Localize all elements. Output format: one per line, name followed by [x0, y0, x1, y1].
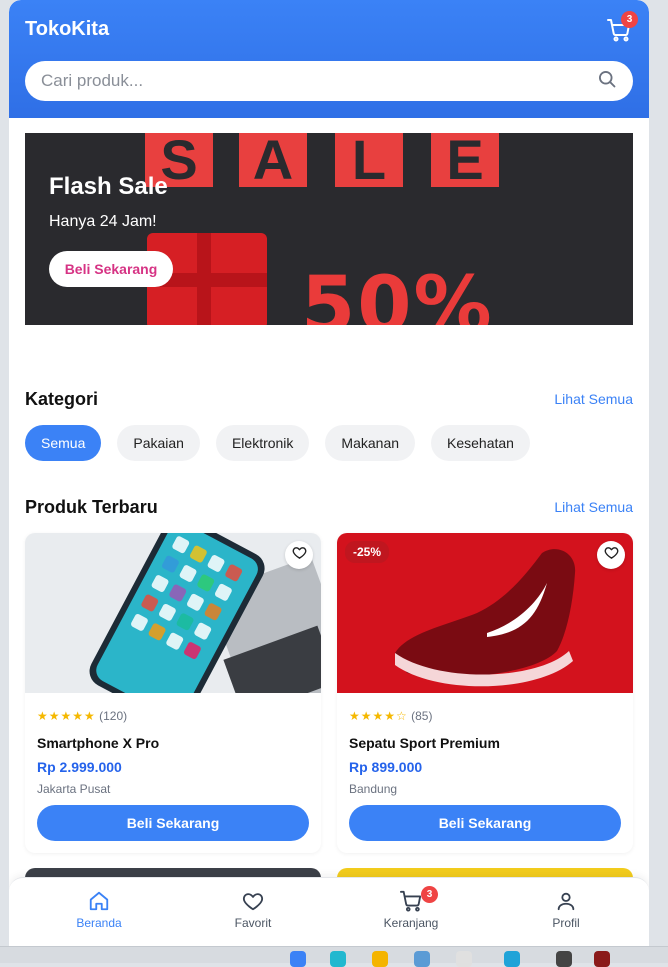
- taskbar-app-icon[interactable]: [290, 951, 306, 967]
- rating-stars: ★★★★☆: [349, 709, 408, 723]
- header-cart-button[interactable]: 3: [607, 11, 638, 46]
- nav-label: Beranda: [76, 916, 122, 930]
- cart-icon: [361, 890, 461, 912]
- app-screen: TokoKita 3 S A L E 50% Flash Sa: [9, 0, 649, 946]
- brand-title: TokoKita: [25, 18, 110, 40]
- products-see-all-link[interactable]: Lihat Semua: [554, 499, 633, 515]
- taskbar-app-icon[interactable]: [594, 951, 610, 967]
- taskbar-app-icon[interactable]: [456, 951, 472, 967]
- flash-sale-banner: S A L E 50% Flash Sale Hanya 24 Jam! Bel…: [25, 133, 633, 325]
- favorite-button[interactable]: [285, 541, 313, 569]
- nav-beranda[interactable]: Beranda: [49, 890, 149, 930]
- bottom-navigation: Beranda Favorit Keranjang 3 Profil: [9, 877, 649, 946]
- products-title: Produk Terbaru: [25, 497, 158, 517]
- banner-buy-button[interactable]: Beli Sekarang: [49, 251, 173, 287]
- nav-favorit[interactable]: Favorit: [203, 890, 303, 930]
- product-image-sneaker: -25%: [337, 533, 633, 693]
- sale-percent-text: 50%: [301, 261, 494, 325]
- heart-icon: [604, 545, 619, 565]
- buy-now-button[interactable]: Beli Sekarang: [349, 805, 621, 841]
- product-price: Rp 899.000: [349, 759, 423, 775]
- header: TokoKita 3: [9, 0, 649, 118]
- taskbar-app-icon[interactable]: [330, 951, 346, 967]
- search-bar[interactable]: [25, 61, 633, 101]
- discount-badge: -25%: [345, 541, 390, 563]
- product-image-smartphone: [25, 533, 321, 693]
- search-icon[interactable]: [597, 69, 617, 94]
- categories-see-all-link[interactable]: Lihat Semua: [554, 391, 633, 407]
- product-card[interactable]: ★★★★★ (120) Smartphone X Pro Rp 2.999.00…: [25, 533, 321, 853]
- chip-elektronik[interactable]: Elektronik: [215, 425, 310, 461]
- product-rating: ★★★★★ (120): [37, 709, 127, 723]
- heart-icon: [292, 545, 307, 565]
- nav-label: Favorit: [234, 916, 272, 930]
- nav-keranjang[interactable]: Keranjang 3: [361, 886, 461, 930]
- user-icon: [516, 890, 616, 912]
- categories-title: Kategori: [25, 389, 99, 409]
- product-price: Rp 2.999.000: [37, 759, 122, 775]
- review-count: (120): [99, 709, 128, 723]
- sale-letter: L: [335, 133, 403, 191]
- os-taskbar: [0, 946, 668, 967]
- product-name[interactable]: Smartphone X Pro: [37, 735, 159, 751]
- product-name[interactable]: Sepatu Sport Premium: [349, 735, 500, 751]
- favorite-button[interactable]: [597, 541, 625, 569]
- product-location: Bandung: [349, 782, 398, 796]
- sale-letter: A: [239, 133, 307, 191]
- nav-label: Profil: [552, 916, 580, 930]
- taskbar-app-icon[interactable]: [372, 951, 388, 967]
- cart-count-badge: 3: [621, 11, 638, 28]
- nav-cart-badge: 3: [421, 886, 438, 903]
- taskbar-app-icon[interactable]: [504, 951, 520, 967]
- nav-profil[interactable]: Profil: [516, 890, 616, 930]
- banner-title: Flash Sale: [49, 173, 168, 200]
- taskbar-app-icon[interactable]: [556, 951, 572, 967]
- rating-stars: ★★★★★: [37, 709, 96, 723]
- product-location: Jakarta Pusat: [37, 782, 111, 796]
- heart-icon: [203, 890, 303, 912]
- chip-kesehatan[interactable]: Kesehatan: [431, 425, 530, 461]
- cart-icon: [607, 19, 631, 46]
- chip-makanan[interactable]: Makanan: [325, 425, 416, 461]
- home-icon: [49, 890, 149, 912]
- chip-semua[interactable]: Semua: [25, 425, 102, 461]
- nav-label: Keranjang: [383, 916, 439, 930]
- search-input[interactable]: [41, 71, 597, 91]
- product-rating: ★★★★☆ (85): [349, 709, 432, 723]
- buy-now-button[interactable]: Beli Sekarang: [37, 805, 309, 841]
- chip-pakaian[interactable]: Pakaian: [117, 425, 200, 461]
- banner-subtitle: Hanya 24 Jam!: [49, 213, 157, 230]
- category-chips: Semua Pakaian Elektronik Makanan Kesehat…: [25, 425, 530, 461]
- taskbar-app-icon[interactable]: [414, 951, 430, 967]
- sale-letter: E: [431, 133, 499, 191]
- review-count: (85): [411, 709, 433, 723]
- product-card[interactable]: -25% ★★★★☆ (85) Sepatu Sport Premium Rp …: [337, 533, 633, 853]
